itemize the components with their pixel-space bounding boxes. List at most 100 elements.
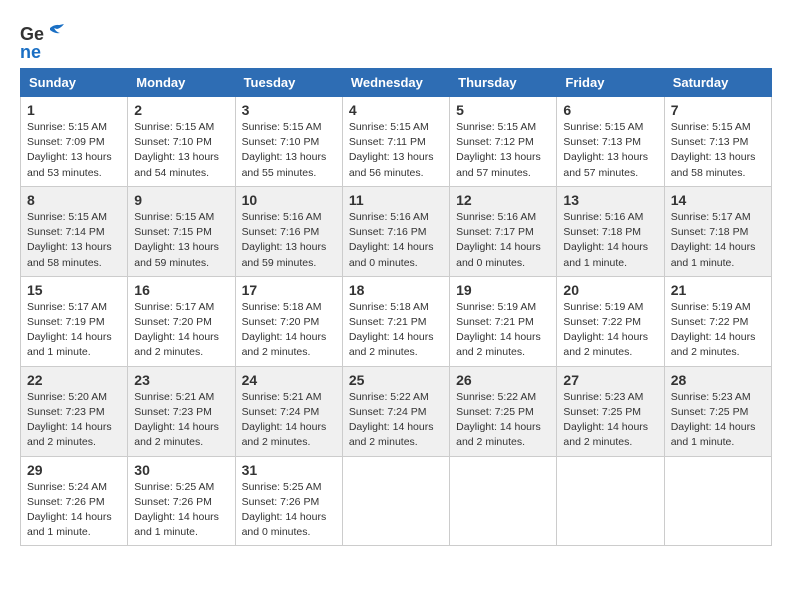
day-number: 16 — [134, 282, 228, 298]
calendar-cell: 15 Sunrise: 5:17 AMSunset: 7:19 PMDayligh… — [21, 276, 128, 366]
day-number: 3 — [242, 102, 336, 118]
day-number: 20 — [563, 282, 657, 298]
day-info: Sunrise: 5:22 AMSunset: 7:25 PMDaylight:… — [456, 390, 550, 451]
day-number: 5 — [456, 102, 550, 118]
day-number: 27 — [563, 372, 657, 388]
day-info: Sunrise: 5:17 AMSunset: 7:18 PMDaylight:… — [671, 210, 765, 271]
day-info: Sunrise: 5:23 AMSunset: 7:25 PMDaylight:… — [563, 390, 657, 451]
calendar-cell: 10 Sunrise: 5:16 AMSunset: 7:16 PMDayligh… — [235, 186, 342, 276]
calendar-week-row: 15 Sunrise: 5:17 AMSunset: 7:19 PMDayligh… — [21, 276, 772, 366]
calendar-cell — [342, 456, 449, 546]
day-info: Sunrise: 5:18 AMSunset: 7:20 PMDaylight:… — [242, 300, 336, 361]
day-info: Sunrise: 5:15 AMSunset: 7:12 PMDaylight:… — [456, 120, 550, 181]
calendar-week-row: 1 Sunrise: 5:15 AMSunset: 7:09 PMDaylight… — [21, 97, 772, 187]
day-of-week-header: Thursday — [450, 69, 557, 97]
day-number: 12 — [456, 192, 550, 208]
calendar-cell: 28 Sunrise: 5:23 AMSunset: 7:25 PMDayligh… — [664, 366, 771, 456]
day-of-week-header: Wednesday — [342, 69, 449, 97]
day-info: Sunrise: 5:16 AMSunset: 7:16 PMDaylight:… — [242, 210, 336, 271]
calendar-cell: 20 Sunrise: 5:19 AMSunset: 7:22 PMDayligh… — [557, 276, 664, 366]
day-number: 21 — [671, 282, 765, 298]
day-number: 28 — [671, 372, 765, 388]
calendar-cell: 24 Sunrise: 5:21 AMSunset: 7:24 PMDayligh… — [235, 366, 342, 456]
day-info: Sunrise: 5:16 AMSunset: 7:16 PMDaylight:… — [349, 210, 443, 271]
calendar-table: SundayMondayTuesdayWednesdayThursdayFrid… — [20, 68, 772, 546]
day-number: 8 — [27, 192, 121, 208]
day-info: Sunrise: 5:18 AMSunset: 7:21 PMDaylight:… — [349, 300, 443, 361]
day-number: 4 — [349, 102, 443, 118]
day-info: Sunrise: 5:19 AMSunset: 7:22 PMDaylight:… — [563, 300, 657, 361]
calendar-cell: 16 Sunrise: 5:17 AMSunset: 7:20 PMDayligh… — [128, 276, 235, 366]
calendar-cell: 17 Sunrise: 5:18 AMSunset: 7:20 PMDayligh… — [235, 276, 342, 366]
calendar-cell: 25Sunrise: 5:22 AMSunset: 7:24 PMDayligh… — [342, 366, 449, 456]
day-info: Sunrise: 5:17 AMSunset: 7:20 PMDaylight:… — [134, 300, 228, 361]
day-info: Sunrise: 5:16 AMSunset: 7:18 PMDaylight:… — [563, 210, 657, 271]
svg-text:Ge: Ge — [20, 24, 44, 44]
day-info: Sunrise: 5:21 AMSunset: 7:24 PMDaylight:… — [242, 390, 336, 451]
day-info: Sunrise: 5:15 AMSunset: 7:09 PMDaylight:… — [27, 120, 121, 181]
day-info: Sunrise: 5:15 AMSunset: 7:10 PMDaylight:… — [134, 120, 228, 181]
calendar-week-row: 29 Sunrise: 5:24 AMSunset: 7:26 PMDayligh… — [21, 456, 772, 546]
day-number: 17 — [242, 282, 336, 298]
calendar-cell: 27 Sunrise: 5:23 AMSunset: 7:25 PMDayligh… — [557, 366, 664, 456]
calendar-cell: 14 Sunrise: 5:17 AMSunset: 7:18 PMDayligh… — [664, 186, 771, 276]
day-of-week-header: Saturday — [664, 69, 771, 97]
day-number: 6 — [563, 102, 657, 118]
calendar-cell — [664, 456, 771, 546]
day-number: 19 — [456, 282, 550, 298]
day-number: 30 — [134, 462, 228, 478]
day-of-week-header: Tuesday — [235, 69, 342, 97]
calendar-cell: 6Sunrise: 5:15 AMSunset: 7:13 PMDaylight… — [557, 97, 664, 187]
calendar-cell: 5 Sunrise: 5:15 AMSunset: 7:12 PMDaylight… — [450, 97, 557, 187]
calendar-cell: 30Sunrise: 5:25 AMSunset: 7:26 PMDayligh… — [128, 456, 235, 546]
calendar-week-row: 8 Sunrise: 5:15 AMSunset: 7:14 PMDaylight… — [21, 186, 772, 276]
day-info: Sunrise: 5:15 AMSunset: 7:10 PMDaylight:… — [242, 120, 336, 181]
calendar-cell: 3 Sunrise: 5:15 AMSunset: 7:10 PMDaylight… — [235, 97, 342, 187]
day-number: 24 — [242, 372, 336, 388]
day-of-week-header: Friday — [557, 69, 664, 97]
day-number: 14 — [671, 192, 765, 208]
logo-icon: Ge ne — [20, 20, 68, 60]
day-number: 31 — [242, 462, 336, 478]
day-info: Sunrise: 5:21 AMSunset: 7:23 PMDaylight:… — [134, 390, 228, 451]
day-info: Sunrise: 5:15 AMSunset: 7:13 PMDaylight:… — [671, 120, 765, 181]
calendar-cell: 2 Sunrise: 5:15 AMSunset: 7:10 PMDaylight… — [128, 97, 235, 187]
day-info: Sunrise: 5:17 AMSunset: 7:19 PMDaylight:… — [27, 300, 121, 361]
day-of-week-header: Monday — [128, 69, 235, 97]
day-number: 7 — [671, 102, 765, 118]
day-info: Sunrise: 5:19 AMSunset: 7:22 PMDaylight:… — [671, 300, 765, 361]
day-number: 2 — [134, 102, 228, 118]
calendar-cell: 18Sunrise: 5:18 AMSunset: 7:21 PMDayligh… — [342, 276, 449, 366]
logo: Ge ne — [20, 20, 72, 60]
calendar-cell: 22Sunrise: 5:20 AMSunset: 7:23 PMDayligh… — [21, 366, 128, 456]
calendar-cell: 1 Sunrise: 5:15 AMSunset: 7:09 PMDaylight… — [21, 97, 128, 187]
page-header: Ge ne — [20, 20, 772, 60]
calendar-cell: 11 Sunrise: 5:16 AMSunset: 7:16 PMDayligh… — [342, 186, 449, 276]
svg-text:ne: ne — [20, 42, 41, 60]
day-info: Sunrise: 5:25 AMSunset: 7:26 PMDaylight:… — [242, 480, 336, 541]
day-number: 13 — [563, 192, 657, 208]
day-number: 29 — [27, 462, 121, 478]
day-number: 15 — [27, 282, 121, 298]
day-info: Sunrise: 5:22 AMSunset: 7:24 PMDaylight:… — [349, 390, 443, 451]
day-info: Sunrise: 5:20 AMSunset: 7:23 PMDaylight:… — [27, 390, 121, 451]
calendar-cell: 4 Sunrise: 5:15 AMSunset: 7:11 PMDaylight… — [342, 97, 449, 187]
calendar-cell: 19 Sunrise: 5:19 AMSunset: 7:21 PMDayligh… — [450, 276, 557, 366]
calendar-header: SundayMondayTuesdayWednesdayThursdayFrid… — [21, 69, 772, 97]
day-info: Sunrise: 5:16 AMSunset: 7:17 PMDaylight:… — [456, 210, 550, 271]
day-info: Sunrise: 5:15 AMSunset: 7:15 PMDaylight:… — [134, 210, 228, 271]
day-number: 11 — [349, 192, 443, 208]
day-info: Sunrise: 5:15 AMSunset: 7:14 PMDaylight:… — [27, 210, 121, 271]
calendar-cell: 13 Sunrise: 5:16 AMSunset: 7:18 PMDayligh… — [557, 186, 664, 276]
day-info: Sunrise: 5:24 AMSunset: 7:26 PMDaylight:… — [27, 480, 121, 541]
calendar-cell: 21 Sunrise: 5:19 AMSunset: 7:22 PMDayligh… — [664, 276, 771, 366]
day-info: Sunrise: 5:15 AMSunset: 7:11 PMDaylight:… — [349, 120, 443, 181]
calendar-cell: 7 Sunrise: 5:15 AMSunset: 7:13 PMDaylight… — [664, 97, 771, 187]
day-info: Sunrise: 5:19 AMSunset: 7:21 PMDaylight:… — [456, 300, 550, 361]
day-info: Sunrise: 5:23 AMSunset: 7:25 PMDaylight:… — [671, 390, 765, 451]
calendar-cell: 9Sunrise: 5:15 AMSunset: 7:15 PMDaylight… — [128, 186, 235, 276]
day-number: 1 — [27, 102, 121, 118]
calendar-cell: 8 Sunrise: 5:15 AMSunset: 7:14 PMDaylight… — [21, 186, 128, 276]
day-number: 10 — [242, 192, 336, 208]
calendar-cell: 23Sunrise: 5:21 AMSunset: 7:23 PMDayligh… — [128, 366, 235, 456]
